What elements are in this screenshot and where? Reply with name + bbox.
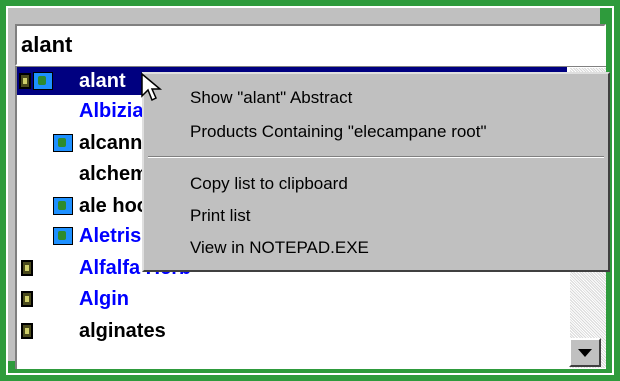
doc-icon bbox=[21, 323, 33, 339]
mouse-pointer-icon bbox=[141, 72, 163, 102]
list-item-label: Algin bbox=[79, 287, 129, 310]
list-item-label: alginates bbox=[79, 319, 166, 342]
menu-item-copy-list[interactable]: Copy list to clipboard bbox=[190, 174, 348, 194]
menu-item-products-containing[interactable]: Products Containing "elecampane root" bbox=[190, 122, 487, 142]
globe-icon bbox=[53, 197, 73, 215]
list-item[interactable]: Algin bbox=[17, 285, 567, 313]
search-input[interactable]: alant bbox=[15, 24, 606, 66]
list-item[interactable]: alginates bbox=[17, 317, 567, 345]
list-item-label: Albizia bbox=[79, 99, 144, 122]
menu-item-show-abstract[interactable]: Show "alant" Abstract bbox=[190, 88, 352, 108]
arrow-down-icon bbox=[578, 348, 592, 357]
doc-icon bbox=[19, 73, 31, 89]
menu-item-print-list[interactable]: Print list bbox=[190, 206, 250, 226]
doc-icon bbox=[21, 260, 33, 276]
menu-item-view-notepad[interactable]: View in NOTEPAD.EXE bbox=[190, 238, 369, 258]
globe-icon bbox=[53, 134, 73, 152]
doc-icon bbox=[21, 291, 33, 307]
globe-icon bbox=[33, 72, 53, 90]
scroll-down-button[interactable] bbox=[569, 338, 601, 367]
menu-separator bbox=[148, 156, 604, 158]
list-item-label: alant bbox=[79, 69, 126, 92]
context-menu: Show "alant" Abstract Products Containin… bbox=[142, 72, 610, 272]
list-item-label: Aletris bbox=[79, 224, 142, 247]
globe-icon bbox=[53, 227, 73, 245]
